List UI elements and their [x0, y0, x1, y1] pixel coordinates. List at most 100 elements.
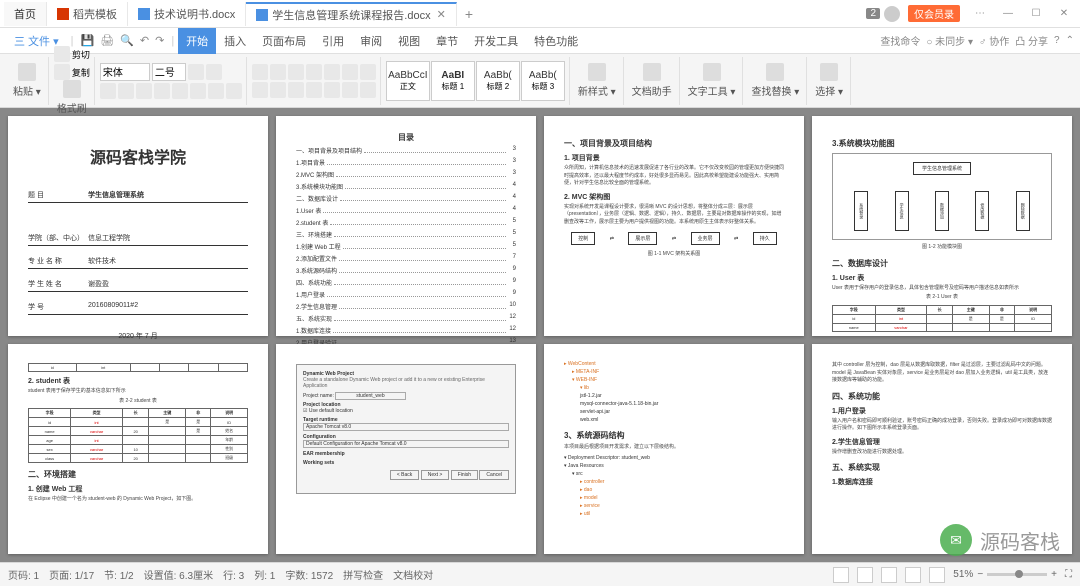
- font-color-icon[interactable]: [208, 83, 224, 99]
- font-size-select[interactable]: [152, 63, 186, 81]
- menu-features[interactable]: 特色功能: [526, 28, 586, 54]
- window-menu-icon[interactable]: ⋯: [968, 4, 992, 24]
- superscript-icon[interactable]: [172, 83, 188, 99]
- doc-page-5[interactable]: idint 2. student 表 student 表用于保存学生的基本信息如…: [8, 344, 268, 554]
- select-button[interactable]: 选择 ▾: [812, 63, 846, 98]
- vip-badge[interactable]: 仅会员录: [908, 5, 960, 22]
- style-heading1[interactable]: AaBI标题 1: [431, 61, 475, 101]
- menu-view[interactable]: 视图: [390, 28, 428, 54]
- tab-doc-report[interactable]: 学生信息管理系统课程报告.docx✕: [246, 2, 457, 26]
- menu-references[interactable]: 引用: [314, 28, 352, 54]
- borders-icon[interactable]: [360, 82, 376, 98]
- zoom-slider[interactable]: [987, 573, 1047, 576]
- zoom-level[interactable]: 51%: [953, 569, 973, 580]
- align-justify-icon[interactable]: [306, 82, 322, 98]
- doc-page-2[interactable]: 目录 一、项目背景及项目结构31.项目背景32.MVC 架构图33.系统模块功能…: [276, 116, 536, 336]
- quick-print-icon[interactable]: 🖨: [97, 34, 117, 47]
- indent-inc-icon[interactable]: [324, 64, 340, 80]
- format-painter-button[interactable]: 格式刷: [54, 80, 90, 115]
- menu-insert[interactable]: 插入: [216, 28, 254, 54]
- view-page-icon[interactable]: [833, 567, 849, 583]
- quick-redo-icon[interactable]: ↷: [152, 34, 167, 47]
- underline-icon[interactable]: [136, 83, 152, 99]
- doc-page-1[interactable]: 源码客栈学院 题 目学生信息管理系统 学院（部、中心）信息工程学院 专 业 名 …: [8, 116, 268, 336]
- bullets-icon[interactable]: [252, 64, 268, 80]
- subscript-icon[interactable]: [190, 83, 206, 99]
- status-page[interactable]: 页码: 1: [8, 567, 39, 582]
- doc-page-7[interactable]: ▸ WebContent▸ META-INF▾ WEB-INF▾ lib jst…: [544, 344, 804, 554]
- status-position: 设置值: 6.3厘米: [144, 567, 213, 582]
- view-outline-icon[interactable]: [857, 567, 873, 583]
- watermark-logo-icon: ✉: [940, 524, 972, 556]
- doc-page-4[interactable]: 3.系统模块功能图 学生信息管理系统 系统登录 学生信息 数据添加 修改数据 删…: [812, 116, 1072, 336]
- tab-templates[interactable]: 稻壳模板: [47, 2, 128, 26]
- collab-button[interactable]: ♂ 协作: [979, 33, 1009, 48]
- distribute-icon[interactable]: [324, 82, 340, 98]
- zoom-in-icon[interactable]: +: [1051, 569, 1057, 580]
- numbering-icon[interactable]: [270, 64, 286, 80]
- shading-icon[interactable]: [342, 82, 358, 98]
- status-compat[interactable]: 文档校对: [393, 567, 433, 582]
- copy-icon[interactable]: [54, 64, 70, 80]
- view-web-icon[interactable]: [881, 567, 897, 583]
- doc-page-6[interactable]: Dynamic Web Project Create a standalone …: [276, 344, 536, 554]
- menu-help-icon[interactable]: ?: [1054, 35, 1060, 46]
- ribbon-collapse-icon[interactable]: ⌃: [1066, 35, 1074, 46]
- multilevel-icon[interactable]: [288, 64, 304, 80]
- style-normal[interactable]: AaBbCcI正文: [386, 61, 430, 101]
- paste-icon: [18, 63, 36, 81]
- fullscreen-icon[interactable]: ⛶: [1065, 569, 1072, 580]
- menu-find-commands[interactable]: 查找命令: [880, 33, 920, 48]
- italic-icon[interactable]: [118, 83, 134, 99]
- style-heading3[interactable]: AaBb(标题 3: [521, 61, 565, 101]
- status-spell[interactable]: 拼写检查: [343, 567, 383, 582]
- align-right-icon[interactable]: [288, 82, 304, 98]
- user-table-cont: idint: [28, 363, 248, 372]
- status-words[interactable]: 字数: 1572: [285, 567, 333, 582]
- tab-close-icon[interactable]: ✕: [437, 8, 446, 21]
- sync-status[interactable]: ○ 未同步 ▾: [926, 33, 973, 48]
- style-heading2[interactable]: AaBb(标题 2: [476, 61, 520, 101]
- view-read-icon[interactable]: [905, 567, 921, 583]
- tab-add-button[interactable]: +: [457, 6, 481, 22]
- status-section[interactable]: 节: 1/2: [104, 567, 133, 582]
- paste-button[interactable]: 粘贴 ▾: [10, 63, 44, 98]
- line-spacing-icon[interactable]: [360, 64, 376, 80]
- view-focus-icon[interactable]: [929, 567, 945, 583]
- new-style-button[interactable]: 新样式 ▾: [575, 63, 619, 98]
- doc-assist-button[interactable]: 文档助手: [629, 63, 675, 98]
- menu-start[interactable]: 开始: [178, 28, 216, 54]
- quick-preview-icon[interactable]: 🔍: [117, 34, 137, 47]
- align-center-icon[interactable]: [270, 82, 286, 98]
- tab-home[interactable]: 首页: [4, 2, 47, 26]
- window-close-icon[interactable]: ✕: [1052, 4, 1076, 24]
- shrink-font-icon[interactable]: [206, 64, 222, 80]
- strike-icon[interactable]: [154, 83, 170, 99]
- notify-badge[interactable]: 2: [866, 8, 880, 19]
- quick-undo-icon[interactable]: ↶: [137, 34, 152, 47]
- doc-page-3[interactable]: 一、项目背景及项目结构 1. 项目背景 众所周知，计算机信息技术的迅速发展促进了…: [544, 116, 804, 336]
- indent-dec-icon[interactable]: [306, 64, 322, 80]
- text-dir-icon[interactable]: [342, 64, 358, 80]
- menu-pagelayout[interactable]: 页面布局: [254, 28, 314, 54]
- text-tools-button[interactable]: 文字工具 ▾: [685, 63, 739, 98]
- user-avatar-icon[interactable]: [884, 6, 900, 22]
- find-replace-button[interactable]: 查找替换 ▾: [748, 63, 802, 98]
- grow-font-icon[interactable]: [188, 64, 204, 80]
- bold-icon[interactable]: [100, 83, 116, 99]
- menu-sections[interactable]: 章节: [428, 28, 466, 54]
- window-maximize-icon[interactable]: ☐: [1024, 4, 1048, 24]
- highlight-icon[interactable]: [226, 83, 242, 99]
- window-minimize-icon[interactable]: —: [996, 4, 1020, 24]
- document-canvas[interactable]: 源码客栈学院 题 目学生信息管理系统 学院（部、中心）信息工程学院 专 业 名 …: [0, 108, 1080, 562]
- menu-devtools[interactable]: 开发工具: [466, 28, 526, 54]
- tab-doc-tech[interactable]: 技术说明书.docx: [128, 2, 246, 26]
- share-button[interactable]: 凸 分享: [1015, 33, 1048, 48]
- align-left-icon[interactable]: [252, 82, 268, 98]
- menu-review[interactable]: 审阅: [352, 28, 390, 54]
- doc-page-8[interactable]: 其中 controller 层为控制，dao 层是从数据库取数据，filter …: [812, 344, 1072, 554]
- cut-icon[interactable]: [54, 46, 70, 62]
- zoom-out-icon[interactable]: −: [977, 569, 983, 580]
- status-pageof[interactable]: 页面: 1/17: [49, 567, 94, 582]
- font-family-select[interactable]: [100, 63, 150, 81]
